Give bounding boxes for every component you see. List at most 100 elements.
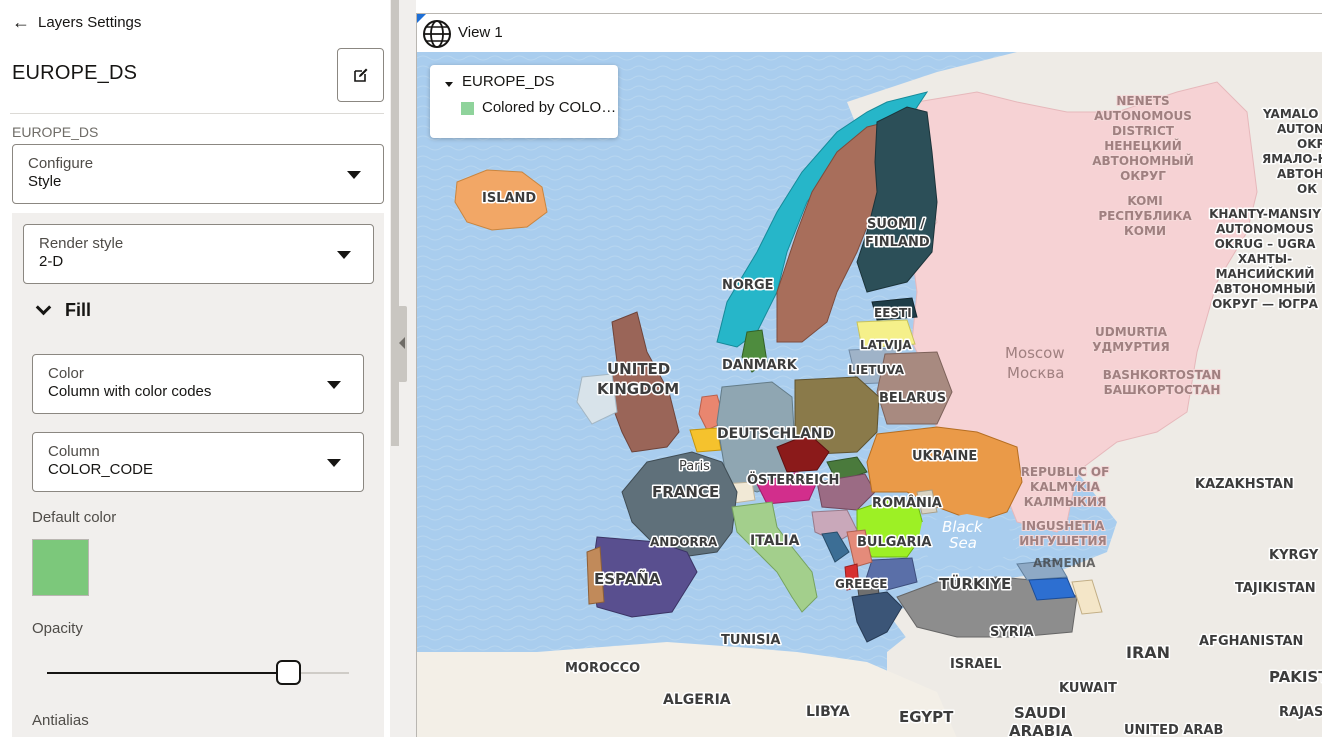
label-latvija: LATVIJA [860,338,912,352]
column-label: Column [48,443,100,460]
label-nenets-3: НЕНЕЦКИЙ [1104,138,1182,153]
antialias-label: Antialias [32,712,89,729]
label-morocco: MOROCCO [565,661,640,676]
label-lietuva: LIETUVA [848,363,905,377]
map-legend[interactable]: EUROPE_DS Colored by COLO… [430,65,618,138]
label-udmurtia-1: УДМУРТИЯ [1092,340,1169,354]
label-komi-0: KOMI [1127,194,1162,208]
caret-down-icon [327,381,341,389]
label-kingdom: KINGDOM [597,380,679,398]
label-yamalo-0: YAMALO [1262,107,1318,121]
caret-down-icon [337,251,351,259]
label-nenets-5: ОКРУГ [1120,169,1166,183]
caret-down-icon [347,171,361,179]
label-nenets-0: NENETS [1116,94,1169,108]
europe-map[interactable]: ISLAND NORGE SUOMI / FINLAND EESTI LATVI… [417,52,1322,737]
fill-section-title: Fill [65,300,91,321]
color-select[interactable]: Color Column with color codes [32,354,364,414]
label-yamalo-1: AUTONO [1277,122,1322,136]
label-yamalo-3: ЯМАЛО-Н [1262,152,1322,166]
label-yamalo-4: АВТОНО [1277,167,1322,181]
label-tunisia: TUNISIA [721,633,780,648]
label-deutschland: DEUTSCHLAND [717,426,834,442]
label-moskva: Москва [1007,364,1064,382]
label-bulgaria: BULGARIA [857,535,931,550]
render-style-value: 2-D [39,253,63,270]
label-khanty-4: МАНСИЙСКИЙ [1216,266,1315,281]
edit-layer-button[interactable] [337,48,384,102]
label-suomi: SUOMI / [867,217,925,232]
label-kuwait: KUWAIT [1059,681,1117,696]
back-to-layers-link[interactable]: ← Layers Settings [12,12,141,32]
label-tajikistan: TAJIKISTAN [1235,581,1316,596]
legend-collapse-icon[interactable] [445,82,453,87]
country-armenia-azerbaijan[interactable] [1029,578,1075,600]
label-syria: SYRIA [990,625,1034,640]
label-yamalo-5: ОК [1297,182,1317,196]
label-khanty-0: KHANTY-MANSIY [1209,207,1321,221]
label-komi-1: РЕСПУБЛИКА [1098,209,1192,223]
globe-icon [422,19,452,49]
label-iran: IRAN [1126,643,1170,662]
label-saudi-2: ARABIA [1009,722,1073,737]
label-rajasthan: RAJAST [1279,705,1322,720]
chevron-down-icon [36,300,52,316]
label-bashkortostan-1: БАШКОРТОСТАН [1104,383,1221,397]
panel-splitter[interactable] [390,0,416,737]
label-greece: GREECE [835,577,888,591]
label-kalmykia-2: КАЛМЫКИЯ [1024,495,1107,509]
label-bashkortostan-0: BASHKORTOSTAN [1103,368,1221,382]
legend-item-label: Colored by COLO… [482,99,616,116]
layer-settings-panel: ← Layers Settings EUROPE_DS EUROPE_DS Co… [0,0,390,737]
caret-down-icon [327,459,341,467]
map-view: View 1 EUROPE_DS Colored by COLO… [416,13,1322,737]
label-belarus: BELARUS [879,391,946,406]
label-black-sea-2: Sea [949,534,977,552]
render-style-label: Render style [39,235,123,252]
label-kazakhstan: KAZAKHSTAN [1195,477,1294,492]
label-paris: Paris [679,459,710,474]
configure-label: Configure [28,155,93,172]
default-color-label: Default color [32,509,116,526]
label-afghanistan: AFGHANISTAN [1199,634,1303,649]
dataset-label: EUROPE_DS [12,124,98,140]
label-khanty-2: OKRUG – UGRA [1215,237,1317,251]
label-danmark: DANMARK [722,358,798,373]
collapse-arrow-icon [399,337,405,349]
opacity-label: Opacity [32,620,83,637]
label-khanty-1: AUTONOMOUS [1216,222,1314,236]
configure-select[interactable]: Configure Style [12,144,384,204]
label-libya: LIBYA [806,704,850,720]
label-turkiye: TÜRKIYE [939,574,1011,593]
label-nenets-2: DISTRICT [1112,124,1175,138]
opacity-slider-track[interactable] [47,672,349,674]
label-algeria: ALGERIA [663,692,731,708]
label-egypt: EGYPT [899,708,954,726]
label-ukraine: UKRAINE [912,449,977,464]
label-khanty-6: ОКРУГ — ЮГРА [1212,297,1319,311]
label-armenia: ARMENIA [1033,556,1096,570]
opacity-slider-thumb[interactable] [276,660,301,685]
label-romania: ROMÂNIA [872,495,942,511]
label-israel: ISRAEL [950,657,1001,672]
panel-divider [10,113,384,114]
layer-title: EUROPE_DS [12,62,137,85]
label-uae: UNITED ARAB [1124,723,1223,737]
color-value: Column with color codes [48,383,211,400]
view-header: View 1 [417,14,1322,52]
label-khanty-5: АВТОНОМНЫЙ [1214,281,1316,296]
default-color-swatch[interactable] [32,539,89,596]
label-espana: ESPAÑA [594,569,661,588]
legend-layer-name: EUROPE_DS [462,73,555,90]
label-france: FRANCE [652,483,719,501]
column-value: COLOR_CODE [48,461,153,478]
label-nenets-4: АВТОНОМНЫЙ [1092,153,1194,168]
label-udmurtia-0: UDMURTIA [1095,325,1168,339]
render-style-select[interactable]: Render style 2-D [23,224,374,284]
opacity-slider-fill [47,672,289,674]
fill-section-toggle[interactable]: Fill [38,300,91,321]
column-select[interactable]: Column COLOR_CODE [32,432,364,492]
label-pakistan: PAKISTA [1269,668,1322,686]
label-komi-2: КОМИ [1124,224,1166,238]
label-moscow: Moscow [1005,344,1065,362]
